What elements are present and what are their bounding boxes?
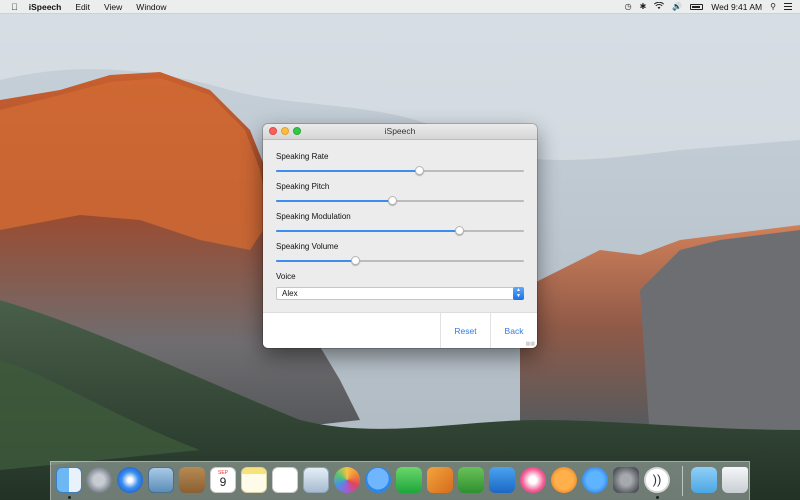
running-indicator [68,496,71,499]
slider-fill [276,200,393,202]
window-footer: Reset Back ▦▦ [263,312,537,348]
calendar-icon[interactable]: SEP 9 [210,467,236,493]
trash-icon[interactable] [722,467,748,493]
wifi-icon[interactable] [654,1,665,12]
launchpad-icon[interactable] [86,467,112,493]
itunes-icon[interactable] [520,467,546,493]
preview-icon[interactable] [303,467,329,493]
close-button[interactable] [269,127,277,135]
notification-center-icon[interactable] [784,3,792,10]
volume-icon[interactable]: 🔊 [672,2,682,11]
menu-bar:  iSpeech Edit View Window ◷ ✱ 🔊 Wed 9:4… [0,0,800,14]
voice-select-value: Alex [282,289,298,298]
calendar-day: 9 [219,475,227,489]
dock: SEP 9 )) [50,461,750,500]
ibooks-icon[interactable] [551,467,577,493]
zoom-button[interactable] [293,127,301,135]
minimize-button[interactable] [281,127,289,135]
slider-knob[interactable] [350,256,360,265]
pages-icon[interactable] [427,467,453,493]
contacts-icon[interactable] [179,467,205,493]
menu-app-name[interactable]: iSpeech [29,2,62,12]
reset-button[interactable]: Reset [441,313,490,348]
speaking-modulation-slider[interactable] [276,226,524,236]
speaking-pitch-label: Speaking Pitch [276,182,330,191]
finder-icon[interactable] [56,467,82,493]
photos-icon[interactable] [334,467,360,493]
facetime-icon[interactable] [396,467,422,493]
keynote-icon[interactable] [489,467,515,493]
slider-knob[interactable] [415,166,425,175]
app-store-icon[interactable] [582,467,608,493]
battery-icon[interactable] [690,3,704,10]
slider-knob[interactable] [388,196,398,205]
speaking-rate-slider[interactable] [276,166,524,176]
slider-fill [276,230,460,232]
dock-separator [682,466,683,496]
mail-icon[interactable] [148,467,174,493]
settings-panel: Speaking Rate Speaking Pitch Speaking Mo… [263,140,537,312]
running-indicator [656,496,659,499]
ispeech-icon[interactable]: )) [644,467,670,493]
speaking-volume-label: Speaking Volume [276,242,339,251]
voice-select[interactable]: Alex ▲ ▼ [276,287,524,300]
window-titlebar[interactable]: iSpeech [263,124,537,140]
speaking-pitch-slider[interactable] [276,196,524,206]
slider-fill [276,260,356,262]
chevron-updown-icon[interactable]: ▲ ▼ [513,287,524,300]
resize-grip-icon[interactable]: ▦▦ [526,341,535,347]
messages-icon[interactable] [365,467,391,493]
apple-menu-icon[interactable]:  [11,2,18,12]
speaking-modulation-label: Speaking Modulation [276,212,351,221]
numbers-icon[interactable] [458,467,484,493]
safari-icon[interactable] [117,467,143,493]
window-title: iSpeech [384,126,416,136]
speaking-volume-slider[interactable] [276,256,524,266]
time-machine-icon[interactable]: ◷ [625,2,632,11]
reminders-icon[interactable] [272,467,298,493]
slider-fill [276,170,420,172]
menu-view[interactable]: View [104,2,122,12]
menu-edit[interactable]: Edit [75,2,90,12]
slider-knob[interactable] [455,226,465,235]
system-preferences-icon[interactable] [613,467,639,493]
menubar-clock[interactable]: Wed 9:41 AM [711,2,762,12]
ispeech-window: iSpeech Speaking Rate Speaking Pitch Spe… [263,124,537,348]
downloads-folder-icon[interactable] [691,467,717,493]
spotlight-search-icon[interactable]: ⚲ [770,2,776,11]
bluetooth-icon[interactable]: ✱ [640,2,647,11]
menu-window[interactable]: Window [136,2,166,12]
notes-icon[interactable] [241,467,267,493]
speaking-rate-label: Speaking Rate [276,152,329,161]
voice-label: Voice [276,272,296,281]
